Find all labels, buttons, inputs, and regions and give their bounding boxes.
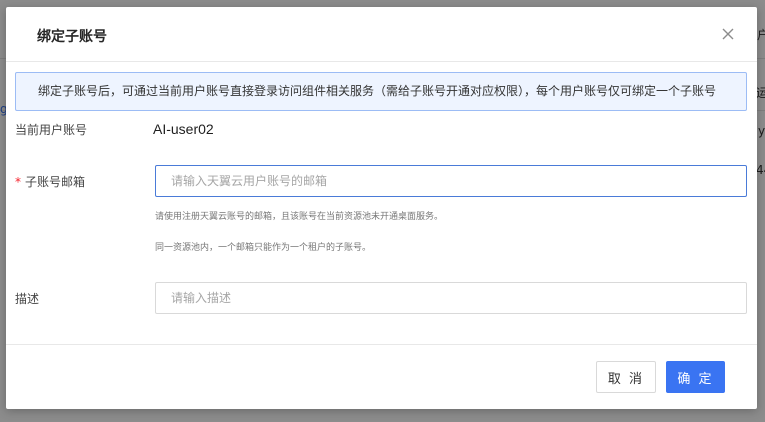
- current-user-value: AI-user02: [153, 121, 214, 137]
- description-input[interactable]: [155, 282, 747, 314]
- current-user-label: 当前用户账号: [15, 123, 88, 137]
- sub-email-label: * 子账号邮箱: [15, 173, 85, 190]
- dialog-footer-divider: [6, 344, 757, 345]
- dialog-title: 绑定子账号: [37, 29, 107, 45]
- close-icon: [722, 28, 734, 40]
- required-mark: *: [15, 175, 21, 189]
- sub-email-input[interactable]: [155, 165, 747, 197]
- cancel-button[interactable]: 取 消: [596, 361, 656, 393]
- info-notice: 绑定子账号后，可通过当前用户账号直接登录访问组件相关服务（需给子账号开通对应权限…: [15, 72, 747, 111]
- sub-email-hint-1: 请使用注册天翼云账号的邮箱，且该账号在当前资源池未开通桌面服务。: [155, 212, 444, 222]
- sub-email-hint-2: 同一资源池内，一个邮箱只能作为一个租户的子账号。: [155, 243, 372, 253]
- bind-sub-account-dialog: 绑定子账号 绑定子账号后，可通过当前用户账号直接登录访问组件相关服务（需给子账号…: [6, 7, 757, 409]
- description-label: 描述: [15, 292, 40, 306]
- close-button[interactable]: [719, 25, 737, 43]
- dialog-header: 绑定子账号: [6, 7, 757, 62]
- sub-email-label-text: 子账号邮箱: [25, 175, 86, 189]
- confirm-button[interactable]: 确 定: [666, 361, 725, 393]
